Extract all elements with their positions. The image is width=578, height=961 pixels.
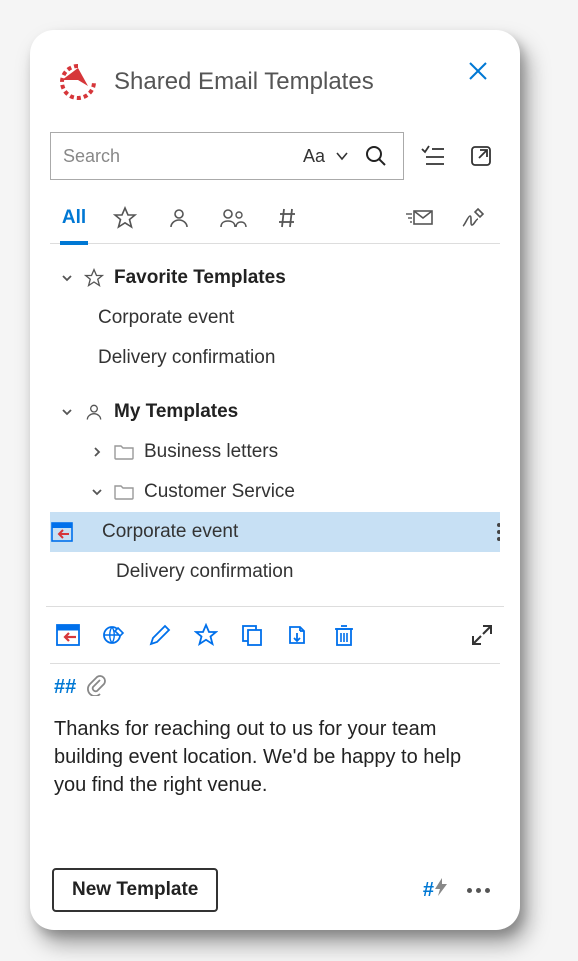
signature-icon bbox=[460, 206, 486, 230]
filter-tab-hash[interactable] bbox=[260, 192, 314, 244]
attachment-icon[interactable] bbox=[86, 674, 106, 701]
copy-icon bbox=[240, 623, 264, 647]
chevron-down-icon bbox=[86, 481, 108, 503]
filter-tab-all[interactable]: All bbox=[50, 192, 98, 244]
template-name: Corporate event bbox=[98, 307, 234, 329]
filter-tab-mail[interactable] bbox=[392, 192, 446, 244]
manage-view-button[interactable] bbox=[414, 137, 452, 175]
template-name: Delivery confirmation bbox=[116, 561, 293, 583]
section-label: Favorite Templates bbox=[114, 267, 286, 289]
hash-badge[interactable]: ## bbox=[54, 676, 76, 699]
chevron-right-icon bbox=[86, 441, 108, 463]
delete-button[interactable] bbox=[330, 621, 358, 649]
lightning-icon bbox=[433, 877, 449, 903]
filter-tabs: All bbox=[50, 192, 500, 244]
checklist-icon bbox=[420, 143, 446, 169]
close-button[interactable] bbox=[460, 53, 496, 89]
search-icon bbox=[364, 144, 388, 168]
people-icon bbox=[219, 206, 247, 230]
pencil-icon bbox=[148, 623, 172, 647]
tree-section-favorites[interactable]: Favorite Templates bbox=[50, 258, 500, 298]
app-title: Shared Email Templates bbox=[114, 68, 448, 96]
template-item-favorite[interactable]: Delivery confirmation bbox=[50, 338, 500, 378]
favorite-button[interactable] bbox=[192, 621, 220, 649]
template-item[interactable]: Delivery confirmation bbox=[50, 552, 500, 592]
star-icon bbox=[113, 206, 137, 230]
insert-template-icon bbox=[56, 624, 80, 646]
filter-tab-signatures[interactable] bbox=[446, 192, 500, 244]
globe-pen-icon bbox=[101, 622, 127, 648]
tree-folder-customer-service[interactable]: Customer Service bbox=[50, 472, 500, 512]
header: Shared Email Templates bbox=[50, 50, 500, 114]
overflow-button[interactable] bbox=[459, 888, 498, 893]
copy-button[interactable] bbox=[238, 621, 266, 649]
edit-button[interactable] bbox=[146, 621, 174, 649]
search-dropdown[interactable] bbox=[325, 139, 359, 173]
trash-icon bbox=[333, 623, 355, 647]
star-icon bbox=[82, 266, 106, 290]
person-icon bbox=[82, 400, 106, 424]
search-input[interactable] bbox=[61, 145, 303, 168]
folder-name: Customer Service bbox=[144, 481, 295, 503]
section-label: My Templates bbox=[114, 401, 238, 423]
tree-section-my-templates[interactable]: My Templates bbox=[50, 392, 500, 432]
chevron-down-icon bbox=[56, 401, 78, 423]
star-icon bbox=[194, 623, 218, 647]
close-icon bbox=[467, 60, 489, 82]
preview-toolbar bbox=[50, 607, 500, 664]
import-button[interactable] bbox=[284, 621, 312, 649]
template-name: Delivery confirmation bbox=[98, 347, 275, 369]
mail-send-icon bbox=[404, 206, 434, 230]
footer: New Template # bbox=[50, 858, 500, 912]
folder-name: Business letters bbox=[144, 441, 278, 463]
insert-template-icon bbox=[50, 520, 74, 544]
new-template-button[interactable]: New Template bbox=[52, 868, 218, 912]
insert-link-button[interactable] bbox=[100, 621, 128, 649]
search-box: Aa bbox=[50, 132, 404, 180]
tree-folder-business-letters[interactable]: Business letters bbox=[50, 432, 500, 472]
external-link-icon bbox=[469, 144, 493, 168]
filter-tab-team[interactable] bbox=[206, 192, 260, 244]
import-icon bbox=[286, 623, 310, 647]
chevron-down-icon bbox=[334, 148, 350, 164]
template-item-favorite[interactable]: Corporate event bbox=[50, 298, 500, 338]
filter-tab-personal[interactable] bbox=[152, 192, 206, 244]
open-external-button[interactable] bbox=[462, 137, 500, 175]
expand-icon bbox=[470, 623, 494, 647]
search-button[interactable] bbox=[359, 139, 393, 173]
templates-panel: Shared Email Templates Aa bbox=[30, 30, 520, 930]
folder-icon bbox=[112, 480, 136, 504]
template-item-selected[interactable]: Corporate event bbox=[50, 512, 500, 552]
insert-button[interactable] bbox=[54, 621, 82, 649]
preview-meta: ## bbox=[50, 664, 500, 707]
template-name: Corporate event bbox=[82, 521, 238, 543]
search-row: Aa bbox=[50, 132, 500, 180]
preview-body: Thanks for reaching out to us for your t… bbox=[50, 707, 500, 799]
person-icon bbox=[167, 206, 191, 230]
item-more-button[interactable] bbox=[490, 523, 500, 541]
hash-icon bbox=[275, 206, 299, 230]
filter-tab-favorites[interactable] bbox=[98, 192, 152, 244]
template-tree: Favorite Templates Corporate event Deliv… bbox=[50, 258, 500, 592]
folder-icon bbox=[112, 440, 136, 464]
app-logo-icon bbox=[54, 58, 102, 106]
chevron-down-icon bbox=[56, 267, 78, 289]
case-toggle[interactable]: Aa bbox=[303, 139, 325, 173]
shortcut-button[interactable]: # bbox=[423, 877, 449, 903]
expand-button[interactable] bbox=[468, 621, 496, 649]
